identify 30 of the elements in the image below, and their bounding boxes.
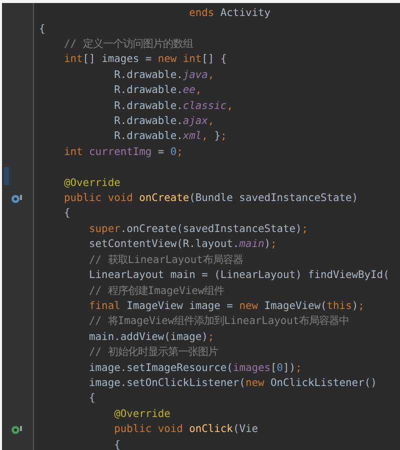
code-line: final ImageView image = new ImageView(this);	[88, 298, 364, 314]
code-line: R.drawable.java,	[113, 68, 214, 83]
code-line: setContentView(R.layout.main);	[88, 237, 277, 252]
gutter-marker-icon[interactable]	[11, 194, 23, 204]
code-line: main.addView(image);	[88, 330, 214, 345]
code-line: // 程序创建ImageView组件	[88, 284, 224, 299]
code-line: // 初始化时显示第一张图片	[88, 345, 218, 360]
code-line: @Override	[113, 406, 170, 422]
code-line: super.onCreate(savedInstanceState);	[88, 222, 308, 237]
code-line: R.drawable.classic,	[113, 98, 233, 114]
code-line: @Override	[63, 176, 120, 191]
code-line: image.setImageResource(images[0]);	[88, 360, 302, 376]
code-line: R.drawable.ajax,	[113, 114, 214, 130]
code-line: ends Activity	[188, 6, 270, 22]
code-line: // 获取LinearLayout布局容器	[88, 252, 243, 268]
code-line: // 将ImageView组件添加到LinearLayout布局容器中	[88, 314, 350, 330]
code-line: {	[88, 391, 96, 406]
code-line: public void onClick(Vie	[113, 422, 258, 438]
code-line: public void onCreate(Bundle savedInstanceState)	[63, 191, 358, 206]
gutter-marker-icon[interactable]	[11, 424, 23, 435]
code-line: {	[113, 438, 120, 450]
code-line: {	[63, 206, 70, 222]
code-line: // 定义一个访问图片的数组	[63, 37, 193, 52]
code-line: R.drawable.xml, };	[113, 129, 227, 144]
code-line: image.setOnClickListener(new OnClickListener()	[88, 376, 377, 391]
code-line: R.drawable.ee,	[113, 83, 202, 98]
code-line: int[] images = new int[] {	[63, 52, 227, 68]
code-line: LinearLayout main = (LinearLayout) findViewById(	[88, 268, 390, 284]
code-line: int currentImg = 0;	[63, 144, 183, 160]
code-line: {	[38, 22, 46, 37]
